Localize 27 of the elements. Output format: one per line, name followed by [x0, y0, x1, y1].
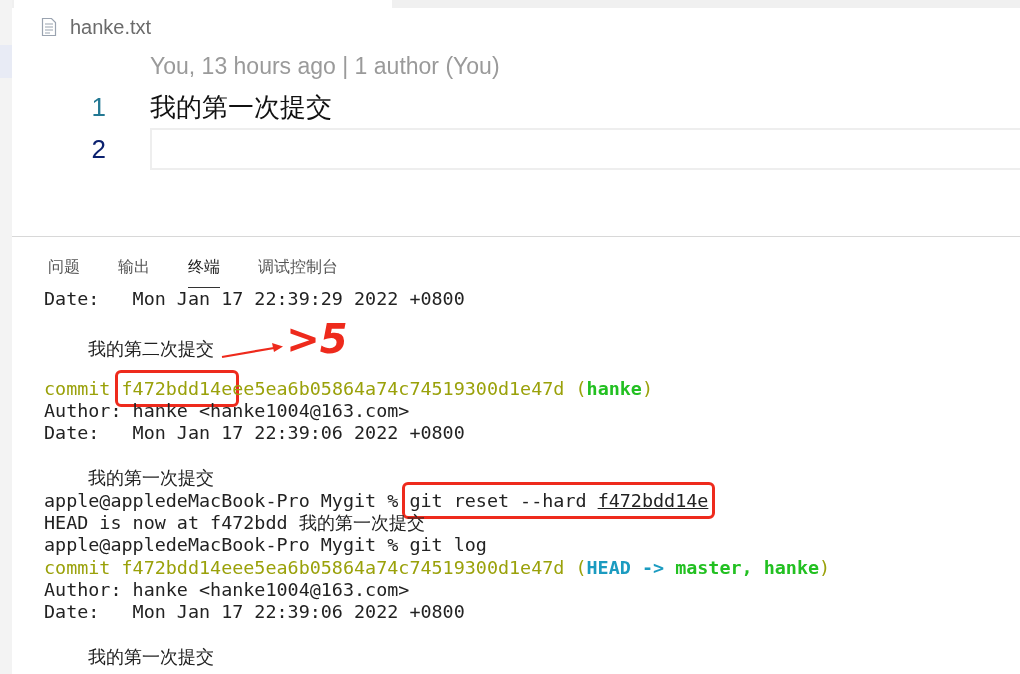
terminal-text: apple@appledeMacBook-Pro Mygit % git log — [44, 534, 487, 556]
commit-hash: ) — [641, 377, 653, 399]
head-ref: HEAD -> — [586, 556, 666, 578]
branch-name: master, hanke — [675, 556, 820, 578]
terminal-text: Author: hanke <hanke1004@163.com> — [44, 579, 410, 601]
panel-tab[interactable]: 问题 — [48, 257, 80, 288]
annotation-note: >5 — [286, 316, 348, 361]
code-line: 我的第一次提交 — [150, 90, 332, 124]
line-number: 2 — [90, 133, 106, 165]
commit-hash: commit f472bdd14eee5ea6b05864a74c74519300d1e47d ( — [44, 556, 587, 578]
terminal-text: 我的第一次提交 — [87, 646, 215, 668]
blame-annotation: You, 13 hours ago | 1 author (You) — [149, 52, 501, 81]
file-name[interactable]: hanke.txt — [70, 15, 152, 39]
terminal-text: apple@appledeMacBook-Pro Mygit % — [44, 489, 400, 511]
panel-tab[interactable]: 终端 — [188, 257, 220, 288]
panel-tab[interactable]: 输出 — [118, 257, 150, 288]
file-icon — [41, 17, 57, 37]
panel-tab[interactable]: 调试控制台 — [258, 257, 338, 288]
commit-hash: commit — [44, 377, 112, 399]
terminal-text: 我的第二次提交 — [87, 337, 215, 359]
terminal-text: 我的第一次提交 — [87, 467, 215, 489]
terminal-text: Date: Mon Jan 17 22:39:29 2022 +0800 — [44, 288, 465, 309]
line-number: 1 — [90, 91, 106, 123]
commit-hash: ) — [819, 556, 831, 578]
terminal-text: Date: Mon Jan 17 22:39:06 2022 +0800 — [44, 601, 465, 623]
branch-name: hanke — [586, 377, 642, 399]
terminal-text: Date: Mon Jan 17 22:39:06 2022 +0800 — [44, 422, 465, 444]
